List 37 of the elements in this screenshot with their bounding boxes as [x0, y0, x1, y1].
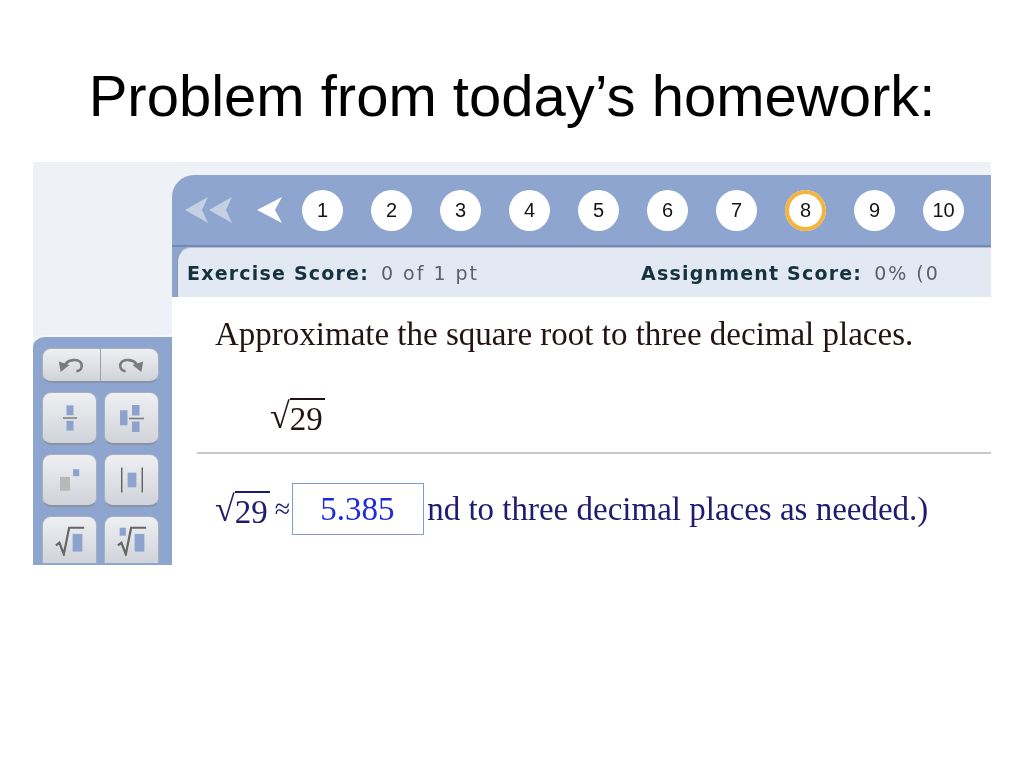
square-root-button[interactable] — [42, 516, 97, 563]
question-number-button[interactable]: 9 — [854, 189, 895, 231]
absolute-value-button[interactable] — [104, 454, 159, 507]
question-number-button[interactable]: 4 — [509, 189, 550, 231]
square-root-icon — [54, 526, 85, 556]
question-number-button[interactable]: 3 — [440, 189, 481, 231]
score-label: Exercise Score: — [187, 261, 369, 284]
undo-arrow-icon — [57, 357, 86, 373]
mixed-fraction-icon — [119, 404, 144, 432]
question-number-button[interactable]: 5 — [578, 189, 619, 231]
exponent-button[interactable] — [42, 454, 97, 507]
nth-root-icon — [116, 526, 147, 556]
slide-title: Problem from today’s homework: — [88, 62, 936, 130]
mixed-number-button[interactable] — [104, 392, 159, 445]
score-value: 0% (0 — [874, 261, 940, 284]
fraction-icon — [62, 405, 77, 431]
score-label: Assignment Score: — [641, 261, 863, 284]
approximately-equal-sign: ≈ — [274, 493, 291, 525]
square-root-expression: √29 — [215, 489, 270, 529]
question-number-button[interactable]: 7 — [716, 189, 757, 231]
question-number-button[interactable]: 2 — [371, 189, 412, 231]
question-number-button[interactable]: 1 — [302, 189, 343, 231]
square-root-expression: √29 — [270, 396, 325, 436]
fraction-button[interactable] — [42, 392, 97, 445]
nth-root-button[interactable] — [104, 516, 159, 563]
answer-field[interactable]: 5.385 — [292, 483, 425, 535]
rounding-instruction: nd to three decimal places as needed.) — [427, 490, 929, 528]
left-arrow-icon[interactable] — [257, 195, 283, 225]
score-value: 0 of 1 pt — [380, 261, 480, 284]
undo-button[interactable] — [42, 348, 101, 383]
question-number-button[interactable]: 8 — [785, 189, 826, 231]
question-number-button[interactable]: 10 — [923, 189, 964, 231]
superscript-icon — [59, 469, 80, 491]
redo-button[interactable] — [101, 348, 159, 383]
absolute-value-icon — [120, 467, 143, 493]
question-number-button[interactable]: 6 — [647, 189, 688, 231]
question-prompt: Approximate the square root to three decimal places. — [215, 315, 915, 354]
